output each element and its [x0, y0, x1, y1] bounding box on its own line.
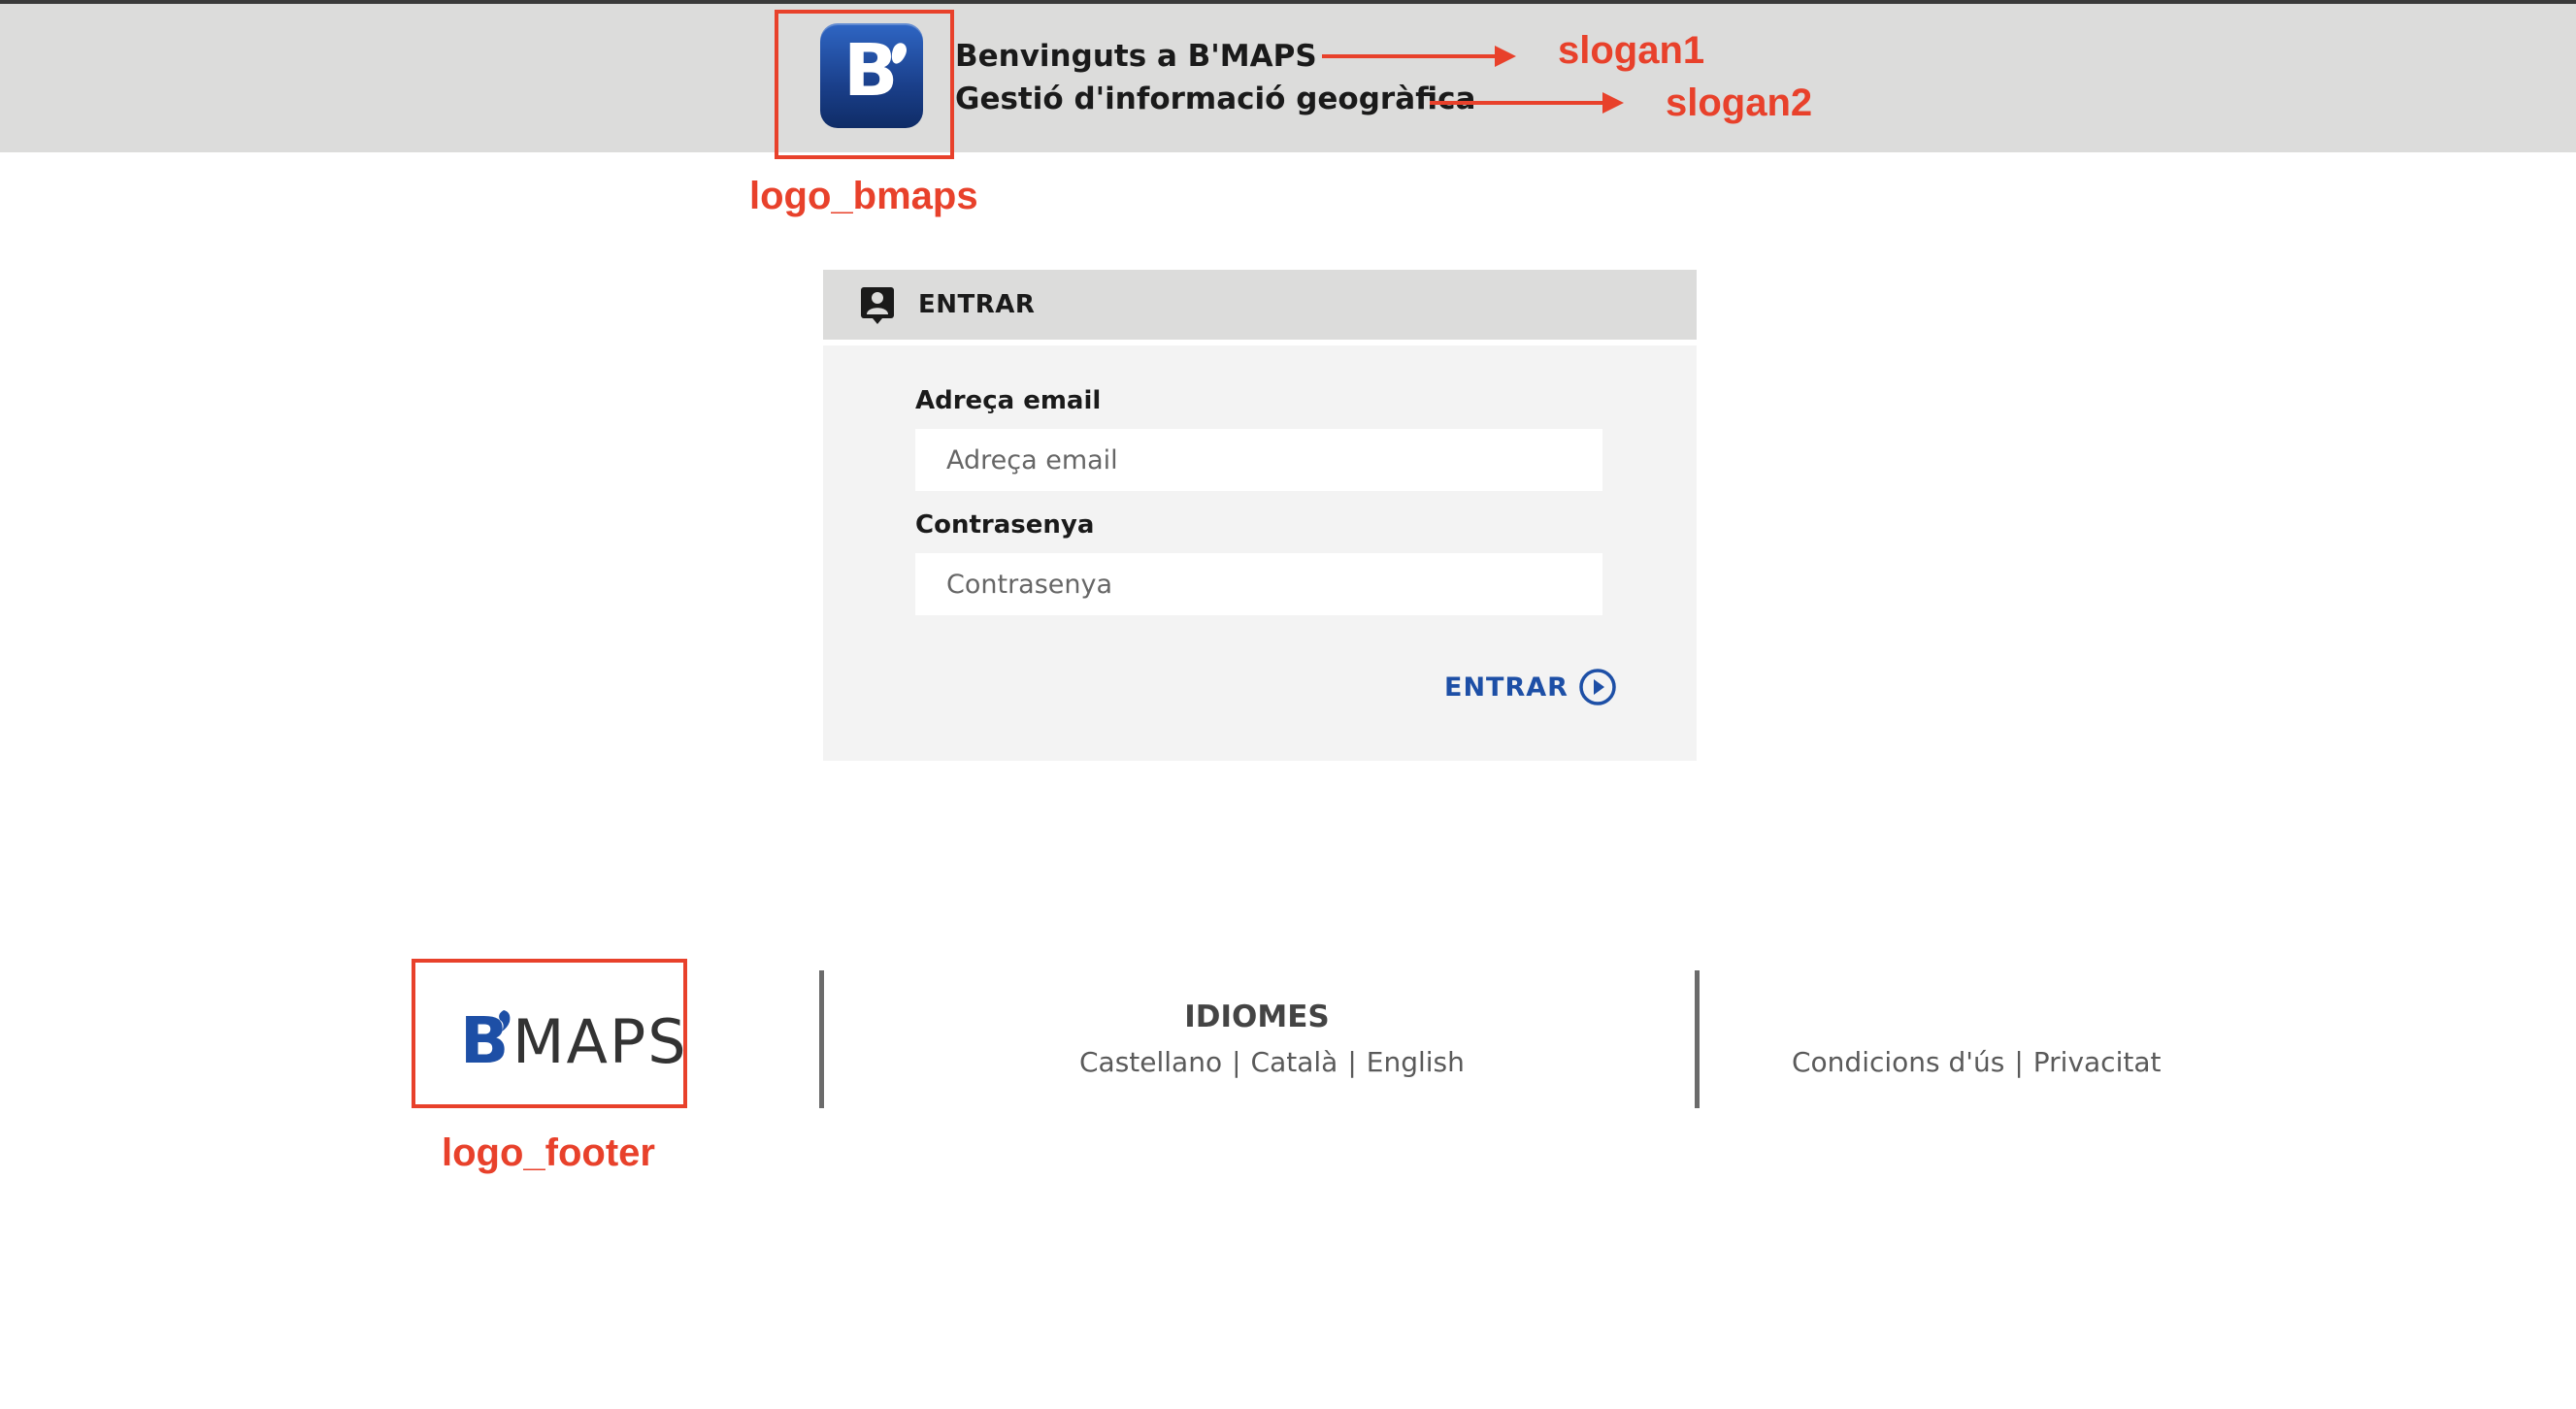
annotation-box-logo-bmaps — [775, 10, 954, 159]
terms-link[interactable]: Condicions d'ús — [1792, 1046, 2004, 1078]
password-label: Contrasenya — [915, 510, 1095, 540]
login-form: Adreça email Contrasenya ENTRAR — [823, 345, 1697, 761]
language-link-english[interactable]: English — [1367, 1046, 1465, 1078]
annotation-label-logo-bmaps: logo_bmaps — [749, 175, 978, 217]
slogan2: Gestió d'informació geogràfica — [955, 82, 1476, 116]
languages-heading: IDIOMES — [1184, 999, 1330, 1034]
user-badge-icon — [861, 287, 894, 324]
play-circle-icon — [1579, 669, 1616, 705]
footer-divider-right — [1695, 970, 1700, 1108]
language-links: Castellano | Català | English — [1079, 1046, 1465, 1078]
language-link-catala[interactable]: Català — [1251, 1046, 1338, 1078]
login-submit-button[interactable]: ENTRAR — [1444, 666, 1617, 708]
link-separator: | — [1232, 1046, 1241, 1078]
link-separator: | — [1347, 1046, 1357, 1078]
header-bar — [0, 4, 2576, 152]
login-submit-label: ENTRAR — [1444, 672, 1569, 703]
slogan1: Benvinguts a B'MAPS — [955, 39, 1317, 74]
annotation-label-slogan2: slogan2 — [1666, 82, 1813, 124]
footer-logo-maps: MAPS — [512, 1006, 685, 1077]
footer-divider-left — [819, 970, 824, 1108]
bmaps-wordmark-icon: B MAPS — [460, 1003, 686, 1078]
link-separator: | — [2014, 1046, 2024, 1078]
bmaps-footer-logo[interactable]: B MAPS — [423, 985, 686, 1092]
email-input[interactable] — [915, 429, 1602, 491]
language-link-castellano[interactable]: Castellano — [1079, 1046, 1222, 1078]
email-label: Adreça email — [915, 386, 1102, 415]
annotation-label-slogan1: slogan1 — [1558, 29, 1705, 72]
annotation-arrow-slogan1 — [1322, 46, 1516, 67]
annotation-arrow-slogan2 — [1430, 92, 1624, 114]
password-input[interactable] — [915, 553, 1602, 615]
login-panel-header: ENTRAR — [823, 270, 1697, 340]
privacy-link[interactable]: Privacitat — [2033, 1046, 2162, 1078]
annotation-label-logo-footer: logo_footer — [442, 1131, 655, 1174]
legal-links: Condicions d'ús | Privacitat — [1792, 1046, 2161, 1078]
login-panel-title: ENTRAR — [918, 290, 1036, 319]
